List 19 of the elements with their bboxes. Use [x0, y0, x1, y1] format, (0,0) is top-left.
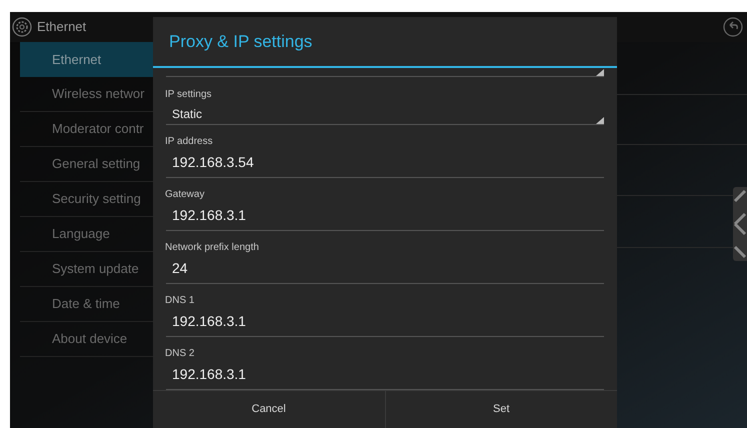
input-field[interactable]: 192.168.3.1: [166, 203, 604, 231]
gear-icon: [12, 17, 32, 37]
dialog-title: Proxy & IP settings: [169, 30, 312, 53]
field-label: DNS 2: [164, 347, 196, 361]
spinner-triangle-icon: [596, 69, 604, 76]
chevrons-icon[interactable]: [733, 187, 747, 261]
header-title: Ethernet: [37, 18, 86, 36]
input-field[interactable]: 192.168.3.1: [166, 309, 604, 337]
input-field[interactable]: 192.168.3.54: [166, 150, 604, 178]
back-icon[interactable]: [723, 17, 743, 37]
input-field[interactable]: 192.168.3.1: [166, 362, 604, 390]
dropdown[interactable]: Static: [166, 103, 604, 125]
spinner-triangle-icon: [596, 117, 604, 124]
field-label: Gateway: [164, 188, 206, 202]
input-field[interactable]: 24: [166, 256, 604, 284]
field-label: IP settings: [164, 88, 213, 102]
field-label: Network prefix length: [164, 241, 260, 255]
field-label: IP address: [164, 135, 214, 149]
field-label: DNS 1: [164, 294, 196, 308]
